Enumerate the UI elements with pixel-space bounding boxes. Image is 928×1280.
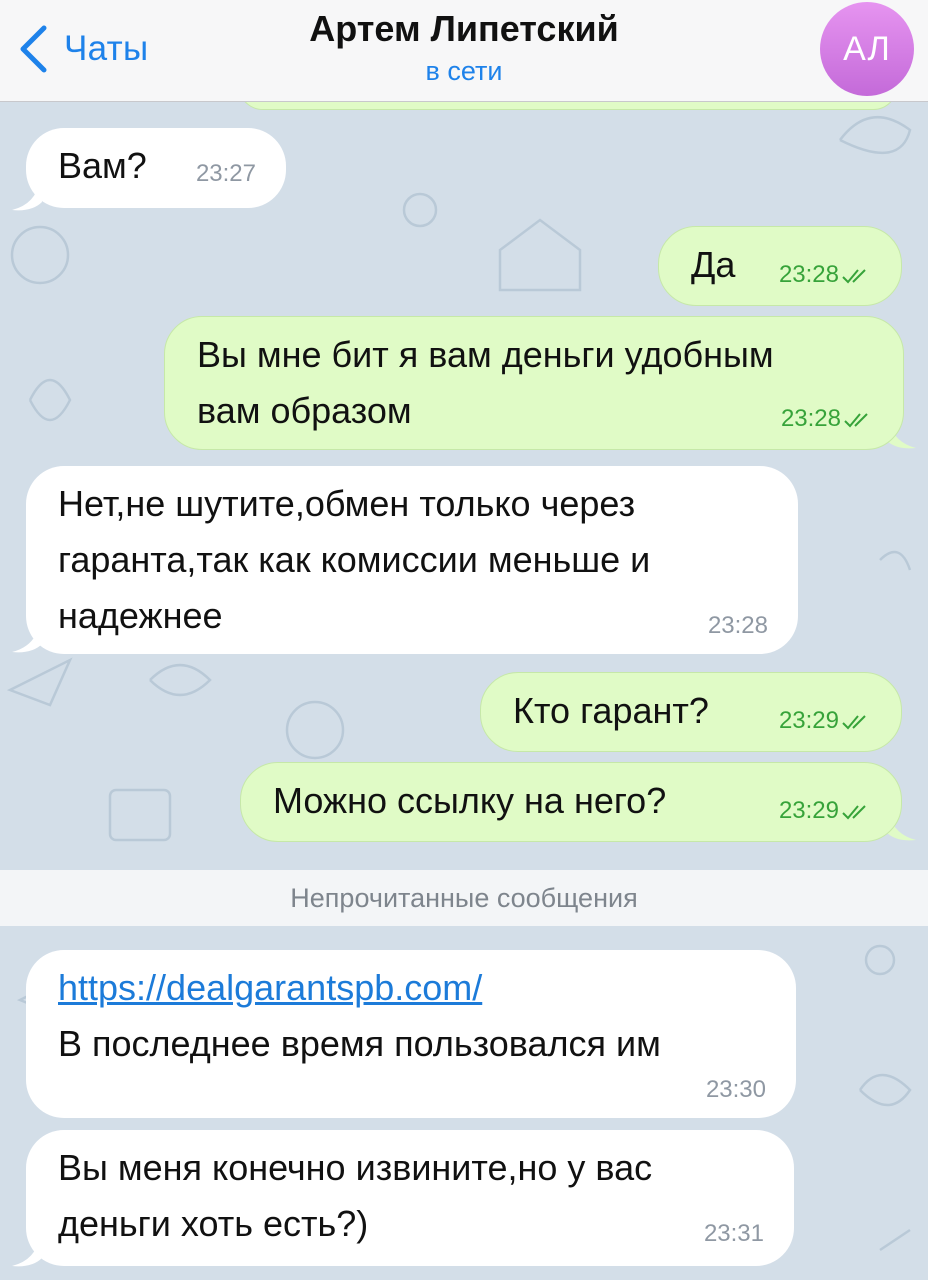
message-bubble-incoming[interactable]: https://dealgarantspb.com/ В последнее в…: [26, 950, 796, 1118]
avatar[interactable]: АЛ: [820, 2, 914, 96]
double-check-icon: [842, 804, 866, 820]
message-text-line: деньги хоть есть?): [58, 1203, 369, 1244]
message-time: 23:27: [195, 160, 256, 187]
message-text-line: Вы меня конечно извините,но у вас: [58, 1147, 653, 1188]
message-bubble-incoming[interactable]: Вам? 23:27: [26, 128, 286, 208]
message-text-line: гаранта,так как комиссии меньше и: [58, 539, 651, 580]
message-time: 23:30: [705, 1076, 766, 1103]
message-bubble-incoming[interactable]: Вы меня конечно извините,но у вас деньги…: [26, 1130, 794, 1266]
message-text: Вам?: [58, 145, 147, 186]
message-bubble-outgoing[interactable]: Кто гарант? 23:29: [480, 672, 902, 752]
double-check-icon: [844, 412, 868, 428]
message-time: 23:31: [703, 1220, 764, 1247]
message-bubble-incoming[interactable]: Нет,не шутите,обмен только через гаранта…: [26, 466, 798, 654]
message-time: 23:28: [707, 612, 768, 639]
message-time: 23:28: [781, 407, 873, 431]
message-time-value: 23:28: [778, 261, 839, 288]
message-text-line: Нет,не шутите,обмен только через: [58, 483, 636, 524]
message-text: Кто гарант?: [513, 690, 709, 731]
message-link[interactable]: https://dealgarantspb.com/: [58, 967, 482, 1008]
message-time: 23:29: [779, 709, 871, 733]
message-text-line: вам образом: [197, 390, 412, 431]
contact-status: в сети: [425, 56, 503, 86]
message-text: Можно ссылку на него?: [273, 780, 667, 821]
message-text-line: надежнее: [58, 595, 223, 636]
unread-messages-divider: Непрочитанные сообщения: [0, 870, 928, 926]
double-check-icon: [842, 268, 866, 284]
chat-header: Чаты Артем Липетский в сети АЛ: [0, 0, 928, 102]
message-text: Да: [691, 244, 736, 285]
message-time-value: 23:29: [778, 797, 839, 824]
double-check-icon: [842, 714, 866, 730]
message-text-line: В последнее время пользовался им: [58, 1023, 661, 1064]
message-bubble-outgoing[interactable]: Вы мне бит я вам деньги удобным вам обра…: [164, 316, 904, 450]
contact-name[interactable]: Артем Липетский: [0, 8, 928, 50]
message-time-value: 23:29: [778, 707, 839, 734]
message-time: 23:29: [779, 799, 871, 823]
message-bubble-outgoing[interactable]: Можно ссылку на него? 23:29: [240, 762, 902, 842]
message-time-value: 23:28: [780, 405, 841, 432]
message-time: 23:28: [779, 263, 871, 287]
message-bubble-outgoing[interactable]: Да 23:28: [658, 226, 902, 306]
message-text-line: Вы мне бит я вам деньги удобным: [197, 334, 774, 375]
